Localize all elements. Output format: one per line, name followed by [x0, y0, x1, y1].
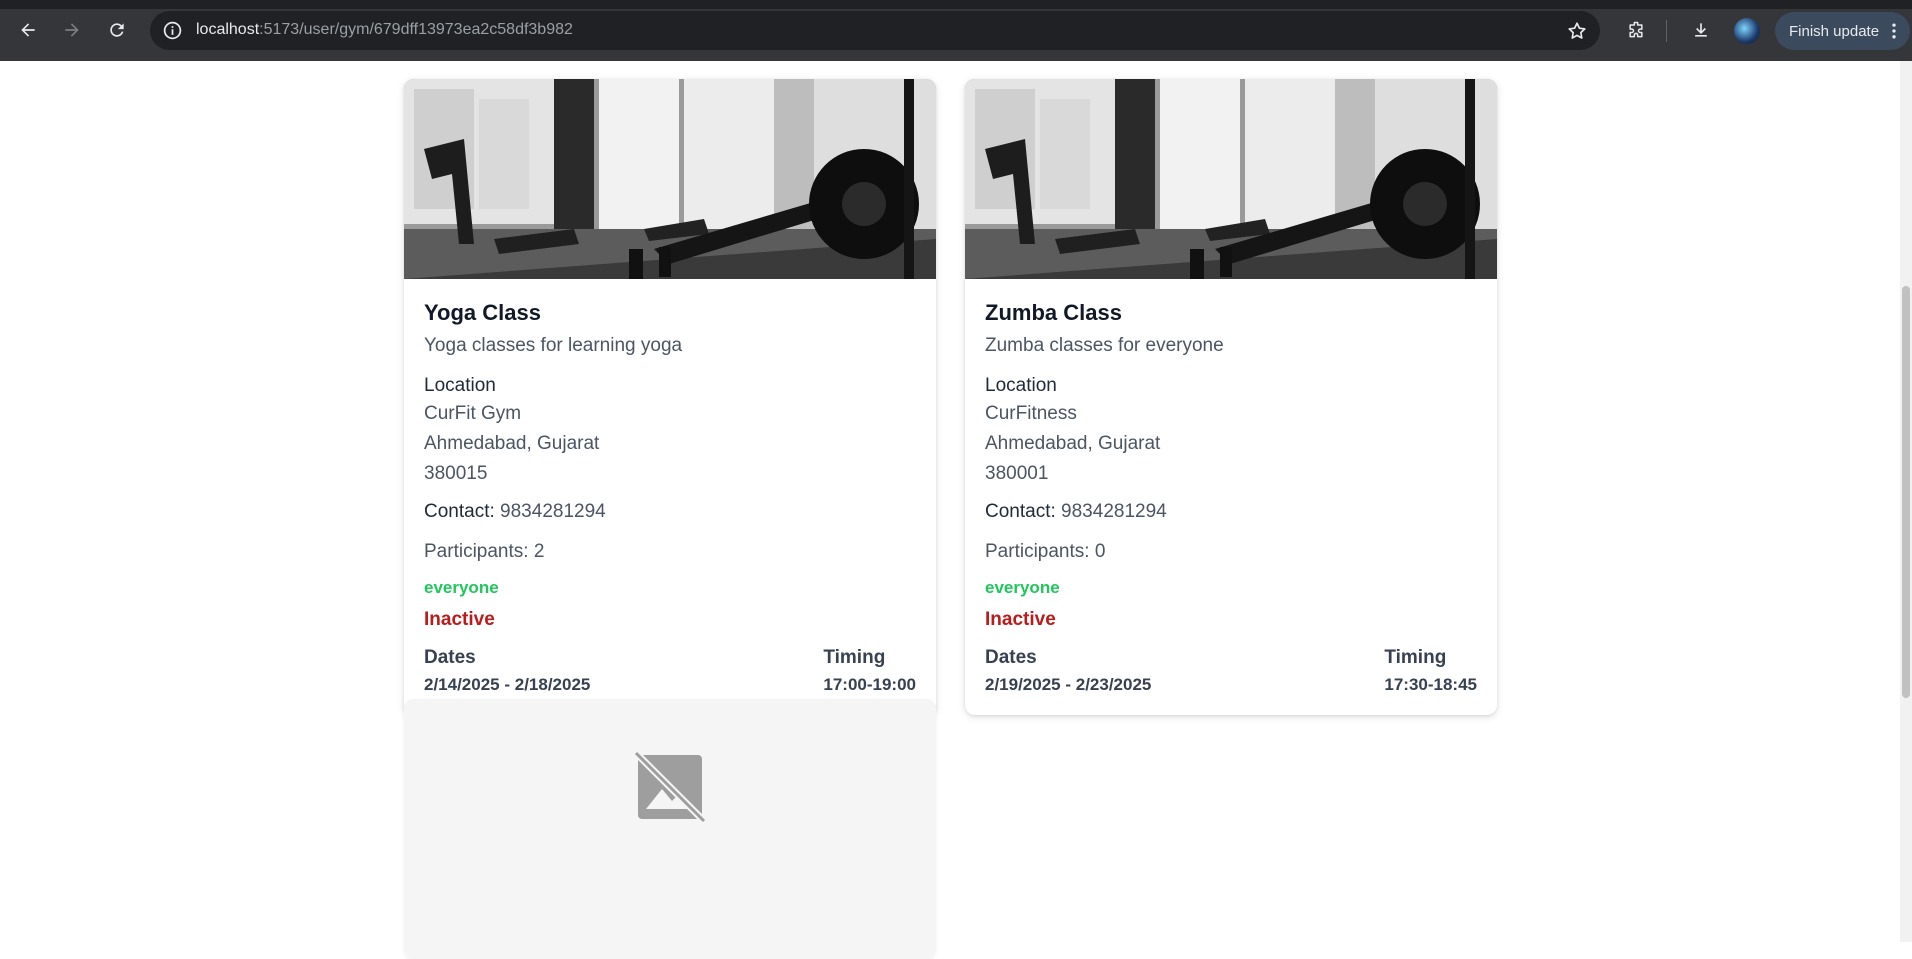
class-card-placeholder[interactable] [404, 699, 936, 959]
back-button[interactable] [12, 14, 44, 46]
dates-block: Dates 2/14/2025 - 2/18/2025 [424, 645, 590, 697]
scrollbar-thumb[interactable] [1902, 286, 1910, 698]
timing-value: 17:00-19:00 [823, 675, 916, 694]
site-info-icon[interactable] [162, 20, 183, 41]
location-label: Location [985, 375, 1057, 396]
extensions-icon [1629, 21, 1643, 38]
contact-number: 9834281294 [1061, 501, 1167, 522]
contact-label: Contact: [985, 501, 1056, 522]
dates-value: 2/14/2025 - 2/18/2025 [424, 675, 591, 694]
url-host: localhost [196, 21, 260, 38]
city-state: Ahmedabad, Gujarat [985, 433, 1161, 454]
city-state: Ahmedabad, Gujarat [424, 433, 600, 454]
contact-line: Contact: 9834281294 [985, 499, 1477, 525]
pincode: 380001 [985, 463, 1049, 484]
class-card[interactable]: Zumba Class Zumba classes for everyone L… [965, 79, 1497, 715]
gym-photo [965, 79, 1497, 279]
dates-block: Dates 2/19/2025 - 2/23/2025 [985, 645, 1151, 697]
toolbar-separator [1666, 20, 1667, 42]
download-icon [1695, 23, 1707, 37]
star-icon[interactable] [1566, 20, 1588, 42]
forward-icon [65, 23, 79, 37]
reload-icon [110, 23, 124, 37]
timing-value: 17:30-18:45 [1384, 675, 1477, 694]
contact-label: Contact: [424, 501, 495, 522]
tab-strip-edge [0, 0, 1912, 9]
url-path: :5173/user/gym/679dff13973ea2c58df3b982 [259, 21, 573, 38]
timing-label: Timing [823, 647, 886, 668]
page-scrollbar[interactable] [1900, 61, 1912, 942]
dates-value: 2/19/2025 - 2/23/2025 [985, 675, 1152, 694]
reload-button[interactable] [101, 14, 133, 46]
more-icon [1892, 23, 1896, 39]
page-content: Yoga Class Yoga classes for learning yog… [0, 61, 1912, 942]
schedule-row: Dates 2/19/2025 - 2/23/2025 Timing 17:30… [985, 645, 1477, 697]
downloads-button[interactable] [1685, 14, 1717, 46]
card-body: Yoga Class Yoga classes for learning yog… [404, 279, 936, 715]
status-badge: Inactive [985, 609, 1056, 630]
audience-tag: everyone [985, 578, 1060, 597]
gym-name: CurFit Gym [424, 403, 522, 424]
participants-count: Participants: 0 [985, 541, 1106, 562]
forward-button[interactable] [56, 14, 88, 46]
participants-count: Participants: 2 [424, 541, 545, 562]
address-bar[interactable]: localhost:5173/user/gym/679dff13973ea2c5… [150, 11, 1600, 50]
dates-label: Dates [424, 647, 476, 668]
card-body: Zumba Class Zumba classes for everyone L… [965, 279, 1497, 715]
class-description: Zumba classes for everyone [985, 335, 1224, 356]
timing-block: Timing 17:30-18:45 [1384, 645, 1477, 697]
class-card[interactable]: Yoga Class Yoga classes for learning yog… [404, 79, 936, 715]
finish-update-label: Finish update [1789, 22, 1880, 40]
back-icon [21, 23, 35, 37]
pincode: 380015 [424, 463, 488, 484]
url-text[interactable]: localhost:5173/user/gym/679dff13973ea2c5… [196, 21, 573, 39]
location-label: Location [424, 375, 496, 396]
browser-toolbar: localhost:5173/user/gym/679dff13973ea2c5… [0, 0, 1912, 61]
schedule-row: Dates 2/14/2025 - 2/18/2025 Timing 17:00… [424, 645, 916, 697]
timing-block: Timing 17:00-19:00 [823, 645, 916, 697]
class-title: Zumba Class [985, 300, 1122, 325]
contact-number: 9834281294 [500, 501, 606, 522]
extensions-button[interactable] [1620, 14, 1652, 46]
gym-photo [404, 79, 936, 279]
class-title: Yoga Class [424, 300, 541, 325]
dates-label: Dates [985, 647, 1037, 668]
timing-label: Timing [1384, 647, 1447, 668]
finish-update-button[interactable]: Finish update [1775, 12, 1910, 50]
profile-avatar[interactable] [1734, 18, 1760, 44]
class-description: Yoga classes for learning yoga [424, 335, 683, 356]
status-badge: Inactive [424, 609, 495, 630]
audience-tag: everyone [424, 578, 499, 597]
contact-line: Contact: 9834281294 [424, 499, 916, 525]
gym-name: CurFitness [985, 403, 1077, 424]
image-off-icon [633, 750, 707, 824]
